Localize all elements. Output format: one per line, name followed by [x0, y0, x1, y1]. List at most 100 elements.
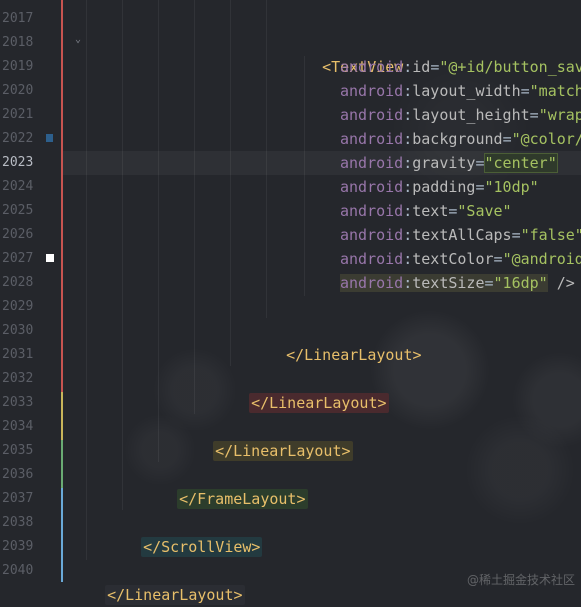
attribute-value: "10dp" — [484, 178, 539, 196]
code-line-2036[interactable]: </FrameLayout> — [159, 463, 308, 509]
line-number[interactable]: 2039 — [2, 535, 38, 559]
line-number[interactable]: 2018 — [2, 31, 38, 55]
attribute-namespace: android — [340, 226, 404, 244]
line-number[interactable]: 2024 — [2, 175, 38, 199]
line-number[interactable]: 2040 — [2, 559, 38, 583]
gutter-color-marker[interactable] — [46, 134, 53, 142]
code-line-2032[interactable]: </LinearLayout> — [231, 367, 389, 413]
frame-layout-close-tag: </FrameLayout> — [177, 489, 308, 509]
code-line-attribute[interactable]: android:id="@+id/button_sav — [340, 55, 581, 79]
attribute-name: textColor — [412, 250, 494, 268]
attribute-namespace: android — [340, 58, 404, 76]
line-number[interactable]: 2023 — [2, 151, 38, 175]
code-line-attribute[interactable]: android:textAllCaps="false" — [340, 223, 581, 247]
line-number[interactable]: 2036 — [2, 463, 38, 487]
indent-guide — [230, 0, 231, 366]
line-number[interactable]: 2022 — [2, 127, 38, 151]
colon: : — [403, 274, 413, 292]
attribute-value: "match — [529, 82, 581, 100]
attribute-value: "wrap — [538, 106, 581, 124]
line-number[interactable]: 2030 — [2, 319, 38, 343]
editor-gutter[interactable]: 2017 2018 2019 2020 2021 2022 2023 2024 2025 2026… — [0, 0, 62, 592]
attribute-namespace: android — [340, 106, 404, 124]
equals-sign: = — [493, 250, 503, 268]
code-line-2038[interactable]: </ScrollView> — [123, 511, 263, 557]
code-line-attribute[interactable]: android:textSize="16dp" /> — [340, 271, 575, 295]
attribute-value: "false" — [520, 226, 581, 244]
attribute-name: textAllCaps — [412, 226, 512, 244]
line-number[interactable]: 2029 — [2, 295, 38, 319]
code-line-2034[interactable]: </LinearLayout> — [195, 415, 353, 461]
colon: : — [403, 154, 413, 172]
line-number[interactable]: 2017 — [2, 7, 38, 31]
line-number[interactable]: 2035 — [2, 439, 38, 463]
attribute-namespace: android — [340, 82, 404, 100]
line-number[interactable]: 2021 — [2, 103, 38, 127]
line-number[interactable]: 2028 — [2, 271, 38, 295]
equals-sign: = — [475, 154, 485, 172]
colon: : — [403, 58, 413, 76]
line-number[interactable]: 2026 — [2, 223, 38, 247]
attribute-value: "@color/ — [511, 130, 581, 148]
linear-layout-close-tag: </LinearLayout> — [249, 393, 389, 413]
indent-guide — [194, 0, 195, 414]
line-number[interactable]: 2020 — [2, 79, 38, 103]
equals-sign: = — [520, 82, 530, 100]
colon: : — [403, 178, 413, 196]
line-number[interactable]: 2033 — [2, 391, 38, 415]
colon: : — [403, 106, 413, 124]
code-line-2018[interactable]: <TextView — [304, 31, 403, 76]
attribute-name: gravity — [412, 154, 476, 172]
attribute-name: text — [412, 202, 449, 220]
fold-chevron-icon[interactable]: ⌄ — [72, 34, 84, 46]
code-line-attribute[interactable]: android:textColor="@android — [340, 247, 581, 271]
root-linear-layout-close-tag: </LinearLayout> — [105, 585, 245, 605]
vcs-change-bar-blue[interactable] — [61, 488, 63, 582]
attribute-namespace: android — [340, 154, 404, 172]
indent-guide — [158, 0, 159, 462]
line-number[interactable]: 2019 — [2, 55, 38, 79]
attribute-value: "center" — [483, 153, 558, 173]
colon: : — [403, 202, 413, 220]
attribute-namespace: android — [340, 202, 404, 220]
attribute-name: textSize — [412, 274, 485, 292]
line-number[interactable]: 2034 — [2, 415, 38, 439]
code-line-attribute[interactable]: android:padding="10dp" — [340, 175, 539, 199]
indent-guide — [266, 0, 267, 318]
equals-sign: = — [511, 226, 521, 244]
colon: : — [403, 250, 413, 268]
code-line-attribute[interactable]: android:background="@color/ — [340, 127, 581, 151]
attribute-value: "@android — [502, 250, 581, 268]
indent-guide — [304, 56, 305, 296]
equals-sign: = — [475, 178, 485, 196]
code-line-2030[interactable]: </LinearLayout> — [268, 319, 421, 364]
code-line-attribute[interactable]: android:layout_height="wrap — [340, 103, 581, 127]
code-line-2040[interactable]: </LinearLayout> — [87, 559, 245, 605]
vcs-change-bar-yellow[interactable] — [61, 392, 63, 440]
code-line-attribute[interactable]: android:text="Save" — [340, 199, 512, 223]
attribute-value: "16dp" — [493, 274, 548, 292]
indent-guide — [86, 0, 87, 560]
attribute-name: padding — [412, 178, 476, 196]
code-line-attribute[interactable]: android:layout_width="match — [340, 79, 581, 103]
line-number[interactable]: 2025 — [2, 199, 38, 223]
watermark: @稀土掘金技术社区 — [466, 573, 575, 587]
line-number[interactable]: 2031 — [2, 343, 38, 367]
scroll-view-close-tag: </ScrollView> — [141, 537, 263, 557]
line-number[interactable]: 2037 — [2, 487, 38, 511]
colon: : — [403, 226, 413, 244]
line-number[interactable]: 2038 — [2, 511, 38, 535]
vcs-change-bar-red[interactable] — [61, 0, 63, 392]
indent-guide — [122, 0, 123, 510]
attribute-name: layout_height — [412, 106, 530, 124]
code-line-attribute[interactable]: android:gravity="center" — [340, 151, 558, 175]
gutter-white-marker[interactable] — [46, 254, 54, 262]
line-number[interactable]: 2027 — [2, 247, 38, 271]
line-number[interactable]: 2032 — [2, 367, 38, 391]
colon: : — [403, 130, 413, 148]
attribute-value: "Save" — [457, 202, 512, 220]
equals-sign: = — [502, 130, 512, 148]
equals-sign: = — [430, 58, 440, 76]
attribute-name: background — [412, 130, 503, 148]
vcs-change-bar-green[interactable] — [61, 440, 63, 488]
